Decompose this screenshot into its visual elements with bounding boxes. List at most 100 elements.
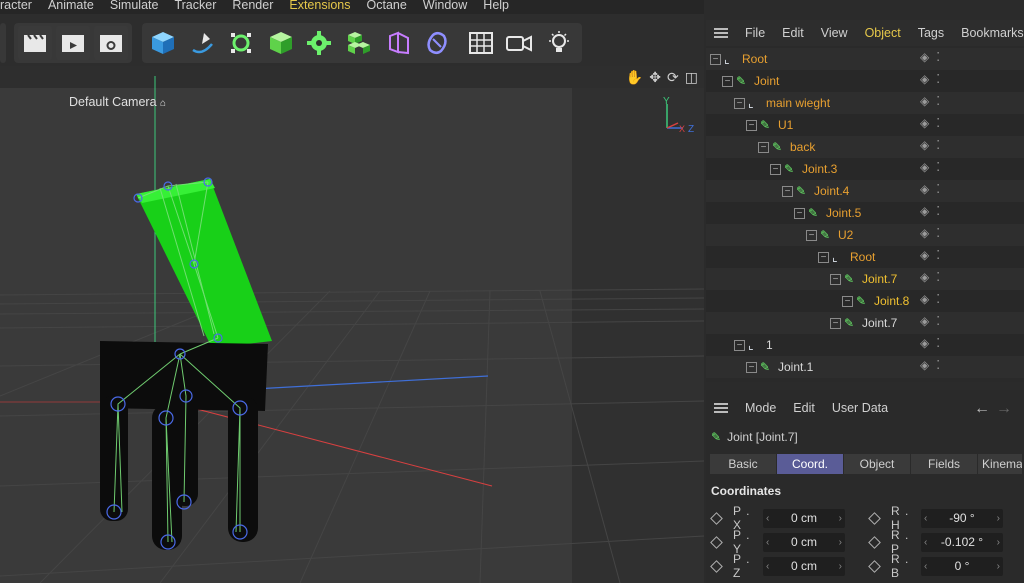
menu-character[interactable]: racter	[0, 0, 32, 11]
collapse-toggle-icon[interactable]: −	[710, 53, 721, 65]
keyframe-diamond-icon[interactable]	[868, 535, 881, 549]
rotation-input[interactable]: ‹ 0 ° ›	[921, 556, 1003, 576]
layer-icon[interactable]: ◈	[920, 94, 929, 108]
visibility-dots-icon[interactable]: ⁚	[936, 314, 940, 328]
position-input[interactable]: ‹ 0 cm ›	[763, 556, 845, 576]
visibility-dots-icon[interactable]: ⁚	[936, 72, 940, 86]
rotation-input[interactable]: ‹ -90 ° ›	[921, 508, 1003, 528]
menu-simulate[interactable]: Simulate	[110, 0, 159, 11]
collapse-toggle-icon[interactable]: −	[830, 273, 841, 285]
tree-row[interactable]: − ⌞ Root ◈ ⁚	[706, 48, 1024, 70]
render-settings-icon[interactable]	[94, 26, 128, 60]
om-menu-edit[interactable]: Edit	[782, 26, 804, 40]
rotation-input[interactable]: ‹ -0.102 ° ›	[921, 532, 1003, 552]
visibility-dots-icon[interactable]: ⁚	[936, 116, 940, 130]
increment-arrow-icon[interactable]: ›	[997, 513, 1000, 524]
increment-arrow-icon[interactable]: ›	[839, 537, 842, 548]
generator-icon[interactable]	[224, 26, 258, 60]
visibility-dots-icon[interactable]: ⁚	[936, 248, 940, 262]
om-menu-object[interactable]: Object	[865, 26, 901, 40]
increment-arrow-icon[interactable]: ›	[997, 561, 1000, 572]
tab-object[interactable]: Object	[844, 454, 910, 474]
collapse-toggle-icon[interactable]: −	[842, 295, 853, 307]
camera-label[interactable]: Default Camera ⌂	[69, 95, 166, 109]
hamburger-icon[interactable]	[714, 403, 728, 413]
collapse-toggle-icon[interactable]: −	[746, 361, 757, 373]
layer-icon[interactable]: ◈	[920, 358, 929, 372]
tree-row[interactable]: − ✎ back ◈ ⁚	[706, 136, 1024, 158]
om-menu-file[interactable]: File	[745, 26, 765, 40]
visibility-dots-icon[interactable]: ⁚	[936, 204, 940, 218]
back-arrow-icon[interactable]: ←	[974, 400, 996, 417]
menu-help[interactable]: Help	[483, 0, 509, 11]
cloner-gear-icon[interactable]	[302, 26, 336, 60]
keyframe-diamond-icon[interactable]	[710, 535, 723, 549]
deformer-icon[interactable]	[382, 26, 416, 60]
layer-icon[interactable]: ◈	[920, 204, 929, 218]
collapse-toggle-icon[interactable]: −	[746, 119, 757, 131]
tree-row[interactable]: − ✎ Joint.5 ◈ ⁚	[706, 202, 1024, 224]
layer-icon[interactable]: ◈	[920, 72, 929, 86]
om-menu-bookmarks[interactable]: Bookmarks	[961, 26, 1024, 40]
tree-row[interactable]: − ⌞ Root ◈ ⁚	[706, 246, 1024, 268]
visibility-dots-icon[interactable]: ⁚	[936, 94, 940, 108]
clapboard-icon[interactable]	[18, 26, 52, 60]
visibility-dots-icon[interactable]: ⁚	[936, 270, 940, 284]
tree-row[interactable]: − ⌞ main wieght ◈ ⁚	[706, 92, 1024, 114]
layer-icon[interactable]: ◈	[920, 292, 929, 306]
collapse-toggle-icon[interactable]: −	[818, 251, 829, 263]
position-input[interactable]: ‹ 0 cm ›	[763, 532, 845, 552]
collapse-toggle-icon[interactable]: −	[794, 207, 805, 219]
tree-row[interactable]: − ✎ U1 ◈ ⁚	[706, 114, 1024, 136]
menu-render[interactable]: Render	[232, 0, 273, 11]
keyframe-diamond-icon[interactable]	[868, 511, 881, 525]
layer-icon[interactable]: ◈	[920, 226, 929, 240]
collapse-toggle-icon[interactable]: −	[758, 141, 769, 153]
tree-row[interactable]: − ✎ Joint.1 ◈ ⁚	[706, 356, 1024, 378]
collapse-toggle-icon[interactable]: −	[782, 185, 793, 197]
tree-row[interactable]: − ✎ U2 ◈ ⁚	[706, 224, 1024, 246]
green-cube-icon[interactable]	[264, 26, 298, 60]
layer-icon[interactable]: ◈	[920, 182, 929, 196]
collapse-toggle-icon[interactable]: −	[734, 97, 745, 109]
am-menu-user-data[interactable]: User Data	[832, 401, 888, 415]
tree-row[interactable]: − ✎ Joint.8 ◈ ⁚	[706, 290, 1024, 312]
increment-arrow-icon[interactable]: ›	[997, 537, 1000, 548]
visibility-dots-icon[interactable]: ⁚	[936, 50, 940, 64]
om-menu-view[interactable]: View	[821, 26, 848, 40]
layer-icon[interactable]: ◈	[920, 336, 929, 350]
tree-row[interactable]: − ⌞ 1 ◈ ⁚	[706, 334, 1024, 356]
collapse-toggle-icon[interactable]: −	[734, 339, 745, 351]
tab-kinematic[interactable]: Kinemat	[978, 454, 1022, 474]
layer-icon[interactable]: ◈	[920, 160, 929, 174]
tree-row[interactable]: − ✎ Joint.4 ◈ ⁚	[706, 180, 1024, 202]
visibility-dots-icon[interactable]: ⁚	[936, 182, 940, 196]
menu-animate[interactable]: Animate	[48, 0, 94, 11]
collapse-toggle-icon[interactable]: −	[806, 229, 817, 241]
tab-fields[interactable]: Fields	[911, 454, 977, 474]
collapse-toggle-icon[interactable]: −	[722, 75, 733, 87]
menu-octane[interactable]: Octane	[367, 0, 407, 11]
camera-icon[interactable]	[502, 26, 536, 60]
visibility-dots-icon[interactable]: ⁚	[936, 160, 940, 174]
menu-extensions[interactable]: Extensions	[289, 0, 350, 11]
tree-row[interactable]: − ✎ Joint.7 ◈ ⁚	[706, 268, 1024, 290]
field-icon[interactable]	[420, 26, 454, 60]
tree-row[interactable]: − ✎ Joint ◈ ⁚	[706, 70, 1024, 92]
visibility-dots-icon[interactable]: ⁚	[936, 226, 940, 240]
mograph-cubes-icon[interactable]	[342, 26, 376, 60]
tree-row[interactable]: − ✎ Joint.3 ◈ ⁚	[706, 158, 1024, 180]
visibility-dots-icon[interactable]: ⁚	[936, 358, 940, 372]
increment-arrow-icon[interactable]: ›	[839, 513, 842, 524]
light-bulb-icon[interactable]	[542, 26, 576, 60]
hamburger-icon[interactable]	[714, 28, 728, 38]
layer-icon[interactable]: ◈	[920, 138, 929, 152]
collapse-toggle-icon[interactable]: −	[770, 163, 781, 175]
layer-icon[interactable]: ◈	[920, 116, 929, 130]
visibility-dots-icon[interactable]: ⁚	[936, 292, 940, 306]
layer-icon[interactable]: ◈	[920, 270, 929, 284]
increment-arrow-icon[interactable]: ›	[839, 561, 842, 572]
3d-viewport[interactable]: ✋ ✥ ⟳ ◫ Y Z X Default Camera ⌂	[0, 66, 704, 583]
visibility-dots-icon[interactable]: ⁚	[936, 138, 940, 152]
layer-icon[interactable]: ◈	[920, 50, 929, 64]
